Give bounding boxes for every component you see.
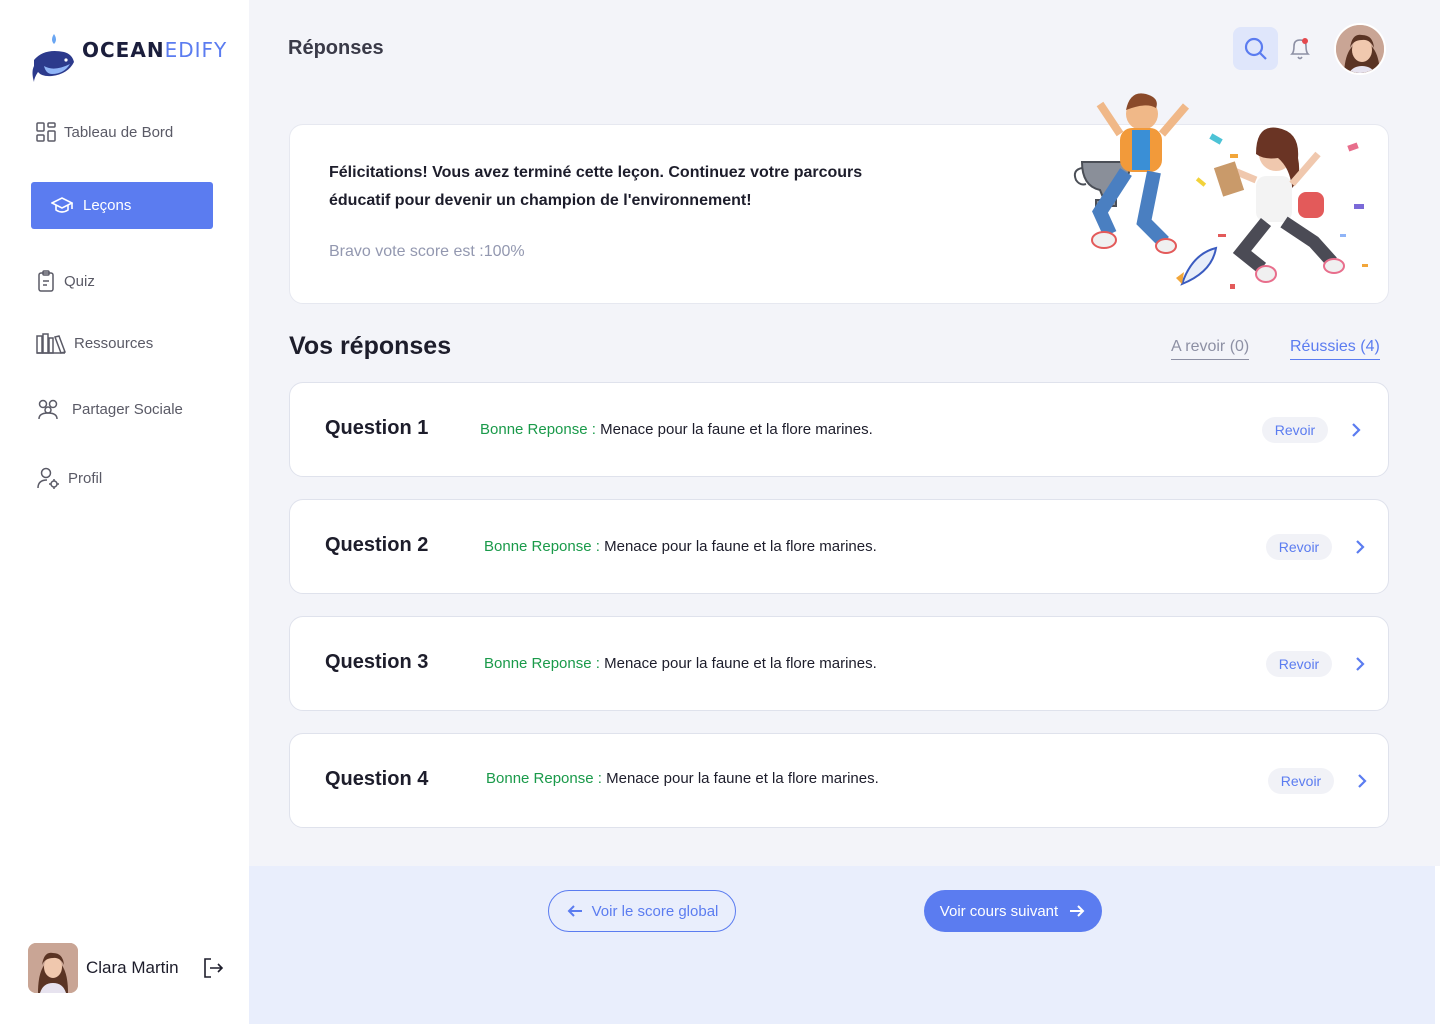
question-title: Question 2	[325, 534, 429, 556]
sidebar-item-label: Profil	[68, 469, 103, 487]
question-card[interactable]: Question 1 Bonne Reponse : Menace pour l…	[289, 382, 1389, 477]
question-answer: Bonne Reponse : Menace pour la faune et …	[480, 421, 873, 438]
correct-answer-label: Bonne Reponse	[484, 538, 592, 555]
question-title: Question 4	[325, 768, 429, 790]
search-button[interactable]	[1233, 27, 1278, 70]
sidebar-item-profil[interactable]: Profil	[36, 466, 102, 490]
whale-icon	[32, 34, 74, 82]
sidebar-item-dashboard[interactable]: Tableau de Bord	[36, 122, 173, 142]
question-answer: Bonne Reponse : Menace pour la faune et …	[484, 655, 877, 672]
brand-logo[interactable]: OCEANEDIFY	[30, 32, 226, 84]
sidebar-item-label: Tableau de Bord	[64, 123, 174, 141]
user-card[interactable]: Clara Martin	[28, 943, 179, 993]
score-text: Bravo vote score est :100%	[329, 243, 525, 260]
answers-title: Vos réponses	[289, 332, 452, 360]
search-icon	[1244, 37, 1267, 60]
question-card[interactable]: Question 4 Bonne Reponse : Menace pour l…	[289, 733, 1389, 828]
answer-text: Menace pour la faune et la flore marines…	[600, 421, 873, 438]
books-icon	[36, 333, 66, 354]
sidebar-item-quiz[interactable]: Quiz	[36, 270, 95, 292]
celebration-illustration	[1070, 84, 1380, 299]
footer-bar	[249, 866, 1435, 1024]
revoir-button[interactable]: Revoir	[1268, 768, 1334, 794]
logout-button[interactable]	[202, 957, 224, 984]
question-answer: Bonne Reponse : Menace pour la faune et …	[484, 538, 877, 555]
clipboard-icon	[38, 270, 54, 292]
chevron-right-icon[interactable]	[1354, 538, 1366, 556]
question-title: Question 1	[325, 417, 429, 439]
notification-button[interactable]	[1288, 36, 1312, 67]
view-global-score-label: Voir le score global	[591, 902, 719, 920]
congrats-message: Félicitations! Vous avez terminé cette l…	[329, 164, 863, 209]
sidebar-item-partager[interactable]: Partager Sociale	[36, 398, 183, 420]
brand-name: OCEANEDIFY	[82, 38, 228, 62]
question-card[interactable]: Question 3 Bonne Reponse : Menace pour l…	[289, 616, 1389, 711]
arrow-left-icon	[567, 905, 582, 917]
arrow-right-icon	[1070, 905, 1085, 917]
revoir-button[interactable]: Revoir	[1262, 417, 1328, 443]
question-card[interactable]: Question 2 Bonne Reponse : Menace pour l…	[289, 499, 1389, 594]
answer-text: Menace pour la faune et la flore marines…	[606, 770, 879, 787]
dashboard-icon	[36, 122, 56, 142]
revoir-button[interactable]: Revoir	[1266, 534, 1332, 560]
bell-icon	[1290, 38, 1310, 60]
question-answer: Bonne Reponse : Menace pour la faune et …	[486, 770, 879, 787]
profile-avatar[interactable]	[1334, 23, 1386, 75]
tab-reussies[interactable]: Réussies (4)	[1290, 338, 1380, 360]
avatar	[28, 943, 78, 993]
tab-a-revoir[interactable]: A revoir (0)	[1171, 338, 1250, 360]
answer-text: Menace pour la faune et la flore marines…	[604, 655, 877, 672]
sidebar-item-label: Leçons	[83, 197, 132, 214]
chevron-right-icon[interactable]	[1356, 772, 1368, 790]
user-gear-icon	[37, 467, 59, 489]
users-icon	[38, 399, 58, 420]
answer-text: Menace pour la faune et la flore marines…	[604, 538, 877, 555]
sidebar-item-ressources[interactable]: Ressources	[36, 332, 153, 354]
view-global-score-button[interactable]: Voir le score global	[548, 890, 736, 932]
page-title: Réponses	[288, 37, 384, 59]
sidebar-item-label: Quiz	[64, 272, 95, 290]
logout-icon	[204, 958, 224, 978]
user-name: Clara Martin	[86, 958, 179, 977]
sidebar-item-label: Ressources	[74, 334, 154, 352]
next-course-button[interactable]: Voir cours suivant	[924, 890, 1102, 932]
chevron-right-icon[interactable]	[1354, 655, 1366, 673]
chevron-right-icon[interactable]	[1350, 421, 1362, 439]
question-title: Question 3	[325, 651, 429, 673]
sidebar-item-label: Partager Sociale	[72, 400, 183, 418]
sidebar-item-lecons[interactable]: Leçons	[31, 182, 213, 229]
correct-answer-label: Bonne Reponse	[484, 655, 592, 672]
correct-answer-label: Bonne Reponse	[486, 770, 594, 787]
graduation-cap-icon	[51, 196, 73, 213]
revoir-button[interactable]: Revoir	[1266, 651, 1332, 677]
next-course-label: Voir cours suivant	[939, 902, 1059, 920]
correct-answer-label: Bonne Reponse	[480, 421, 588, 438]
sidebar: OCEANEDIFY Tableau de Bord Leçons Quiz R…	[0, 0, 249, 1024]
